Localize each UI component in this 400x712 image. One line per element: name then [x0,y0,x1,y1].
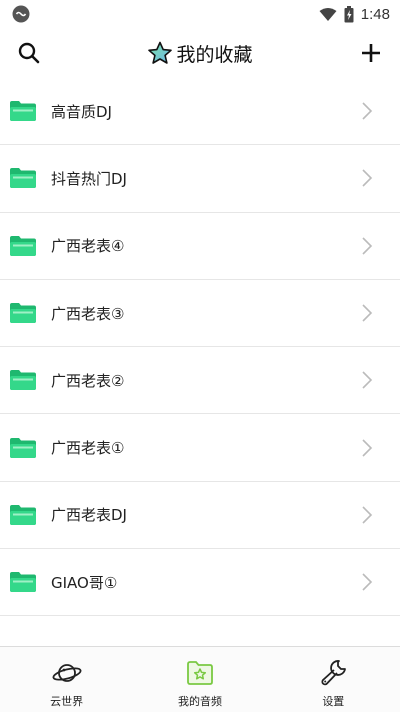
nav-item-settings[interactable]: 设置 [267,647,400,712]
list-item[interactable]: 高音质DJ [0,78,400,146]
folder-icon [9,167,37,189]
page-title-text: 我的收藏 [176,43,253,66]
planet-icon [52,659,82,687]
list-item-label: 广西老表① [51,439,125,458]
folder-icon [9,100,37,122]
search-icon [18,42,40,64]
nav-label: 设置 [322,695,345,708]
wifi-icon [319,7,337,22]
nav-label: 云世界 [50,695,84,708]
list-item-label: GIAO哥① [51,573,118,592]
list-item[interactable]: 广西老表③ [0,280,400,348]
list-item-label: 广西老表④ [51,237,125,256]
chevron-right-icon [360,572,374,592]
chevron-right-icon [360,438,374,458]
folder-icon [9,437,37,459]
chevron-right-icon [360,101,374,121]
header: 我的收藏 [0,28,400,78]
status-time: 1:48 [360,5,390,23]
status-bar: 1:48 [0,0,400,28]
app-notification-icon [12,5,30,23]
folder-icon [9,235,37,257]
star-folder-icon [185,659,215,687]
wrench-icon [318,659,348,687]
list-item-label: 抖音热门DJ [51,169,127,188]
list-item[interactable]: 抖音热门DJ [0,145,400,213]
nav-item-cloud-world[interactable]: 云世界 [0,647,133,712]
search-button[interactable] [16,40,42,66]
list-item[interactable]: 广西老表② [0,347,400,415]
folder-icon [9,571,37,593]
list-item-label: 广西老表② [51,371,125,390]
folder-icon [9,302,37,324]
battery-icon [344,5,354,23]
bottom-nav: 云世界 我的音频 设置 [0,646,400,712]
star-icon [147,41,173,65]
list-item[interactable]: 广西老表① [0,414,400,482]
chevron-right-icon [360,236,374,256]
nav-label: 我的音频 [177,695,222,708]
favorites-list: 高音质DJ 抖音热门DJ 广西老表④ 广西老表③ 广西老表② 广西老表① 广西老… [0,78,400,617]
chevron-right-icon [360,168,374,188]
plus-icon [360,42,382,64]
chevron-right-icon [360,303,374,323]
nav-item-my-audio[interactable]: 我的音频 [133,647,266,712]
list-item-label: 广西老表③ [51,304,125,323]
list-item[interactable]: 广西老表DJ [0,482,400,550]
chevron-right-icon [360,370,374,390]
chevron-right-icon [360,505,374,525]
folder-icon [9,504,37,526]
add-button[interactable] [358,40,384,66]
list-item[interactable]: 广西老表④ [0,213,400,280]
list-item-label: 广西老表DJ [51,506,127,525]
list-item-label: 高音质DJ [51,102,112,121]
list-item[interactable]: GIAO哥① [0,549,400,617]
page-title: 我的收藏 [147,40,253,67]
folder-icon [9,369,37,391]
